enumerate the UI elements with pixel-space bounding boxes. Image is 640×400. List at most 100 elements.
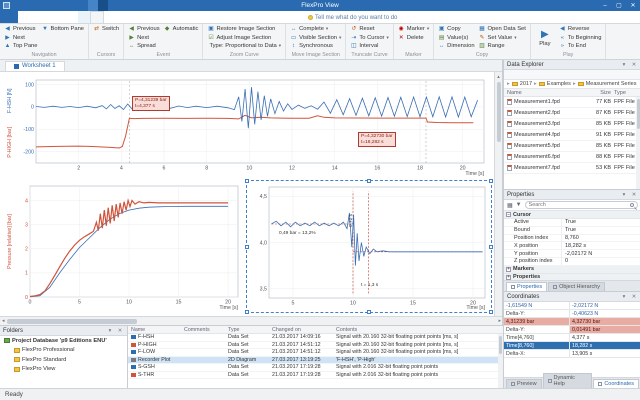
- object-list-scrollbar[interactable]: [498, 334, 503, 388]
- breadcrumb-item[interactable]: ▸Examples: [534, 81, 571, 87]
- ribbon-button[interactable]: ◀Previous: [2, 25, 40, 34]
- sort-az-icon[interactable]: ▼: [516, 202, 522, 208]
- ribbon-button[interactable]: ▲Top Pane: [2, 42, 40, 51]
- pressure-chart-svg[interactable]: 0510152001234Time [s]Pressure [relative]…: [6, 182, 242, 310]
- breadcrumb-item[interactable]: ▸Measurement Series: [573, 81, 637, 87]
- ribbon-button[interactable]: ↔Dimension: [436, 42, 476, 51]
- ribbon-button[interactable]: ▼Bottom Pane: [40, 25, 87, 34]
- object-row[interactable]: F-LOW Data Set 21.03.2017 14:51:12 Signa…: [128, 349, 503, 357]
- ribbon-button[interactable]: ◀Reverse: [557, 25, 604, 34]
- ribbon-button[interactable]: «To Beginning: [557, 34, 604, 43]
- chevron-down-icon[interactable]: ▾: [620, 62, 628, 68]
- folder-item[interactable]: Project Database 'p9 Editions ENU': [0, 336, 127, 346]
- property-group-row[interactable]: +Markers: [504, 266, 640, 274]
- panel-tab[interactable]: Preview: [506, 379, 542, 388]
- folder-item[interactable]: FlexPro View: [0, 365, 127, 375]
- ribbon-button[interactable]: »To End: [557, 42, 604, 51]
- selection-handle[interactable]: [367, 310, 371, 314]
- ribbon-button[interactable]: ▶Play: [533, 25, 557, 51]
- file-row[interactable]: Measurement3.fpd 85 KB FPF File: [504, 119, 640, 130]
- file-row[interactable]: Measurement4.fpd 91 KB FPF File: [504, 130, 640, 141]
- ribbon-tab[interactable]: [42, 11, 54, 23]
- file-row[interactable]: Measurement2.fpd 87 KB FPF File: [504, 108, 640, 119]
- column-header-name[interactable]: Name: [504, 90, 585, 96]
- property-row[interactable]: BoundTrue: [504, 227, 640, 235]
- minimize-button[interactable]: –: [598, 0, 612, 11]
- property-row[interactable]: Z position index0: [504, 258, 640, 266]
- ribbon-button[interactable]: ◀Previous: [126, 25, 162, 34]
- close-icon[interactable]: ✕: [630, 192, 638, 198]
- selection-handle[interactable]: [489, 310, 493, 314]
- file-row[interactable]: Measurement7.fpd 53 KB FPF File: [504, 163, 640, 174]
- panel-tab[interactable]: Properties: [506, 282, 547, 291]
- coordinates-row[interactable]: Delta-X: 13,905 s: [504, 350, 640, 358]
- ribbon-tab[interactable]: [54, 11, 66, 23]
- ribbon-button[interactable]: ↕Synchronous: [288, 42, 343, 51]
- close-icon[interactable]: ✕: [116, 328, 124, 334]
- ribbon-button[interactable]: ▭Visible Section▾: [288, 34, 343, 43]
- ribbon-button[interactable]: ✕Delete: [396, 34, 431, 43]
- recorder-plot-svg[interactable]: 24681012141618201000-100-200Time [s]F-HS…: [6, 76, 488, 176]
- selection-handle[interactable]: [489, 245, 493, 249]
- search-box[interactable]: [525, 201, 638, 209]
- ribbon-button[interactable]: Type: Proportional to Data▾: [205, 42, 283, 51]
- property-row[interactable]: ActiveTrue: [504, 219, 640, 227]
- ribbon-button[interactable]: ⇄Switch: [91, 25, 121, 34]
- coordinates-row[interactable]: -1,61549 N -2,02172 N: [504, 302, 640, 310]
- ribbon-button[interactable]: ▤Value(s): [436, 34, 476, 43]
- file-row[interactable]: Measurement6.fpd 88 KB FPF File: [504, 152, 640, 163]
- chevron-down-icon[interactable]: ▾: [106, 328, 114, 334]
- property-row[interactable]: Position index8,760: [504, 235, 640, 243]
- ribbon-button[interactable]: ↔Spread: [126, 42, 162, 51]
- column-header-size[interactable]: Size: [585, 90, 611, 96]
- ribbon-button[interactable]: ↔Complete▾: [288, 25, 343, 34]
- worksheet-horizontal-scrollbar[interactable]: ◂ ▸: [0, 316, 503, 325]
- selection-handle[interactable]: [489, 179, 493, 183]
- expand-collapse-icon[interactable]: −: [506, 212, 511, 217]
- panel-tab[interactable]: Dynamic Help: [543, 373, 593, 388]
- scroll-left-icon[interactable]: ◂: [2, 318, 5, 324]
- ribbon-button[interactable]: ◫Interval: [348, 42, 390, 51]
- close-button[interactable]: ✕: [626, 0, 640, 11]
- ribbon-button[interactable]: ▶Next: [2, 34, 40, 43]
- coordinates-row[interactable]: 4,31239 bar 4,32730 bar: [504, 318, 640, 326]
- object-row[interactable]: S-THR Data Set 21.03.2017 17:19:28 Signa…: [128, 372, 503, 380]
- folder-item[interactable]: FlexPro Professional: [0, 346, 127, 356]
- close-icon[interactable]: ✕: [630, 294, 638, 300]
- coordinates-row[interactable]: Time[4,760] 4,377 s: [504, 334, 640, 342]
- object-row[interactable]: Recorder Plot 2D Diagram 27.03.2017 13:1…: [128, 357, 503, 365]
- coordinates-row[interactable]: Delta-Y: -0,40623 N: [504, 310, 640, 318]
- worksheet-vertical-scrollbar[interactable]: ▴: [494, 72, 502, 316]
- column-header-changed-on[interactable]: Changed on: [272, 327, 336, 333]
- file-row[interactable]: Measurement1.fpd 77 KB FPF File: [504, 97, 640, 108]
- ribbon-button[interactable]: ▦Open Data Set: [477, 25, 528, 34]
- ribbon-button[interactable]: ▥Range: [477, 42, 528, 51]
- coordinates-row[interactable]: Delta-Y: 0,01491 bar: [504, 326, 640, 334]
- recorder-plot-chart[interactable]: 24681012141618201000-100-200Time [s]F-HS…: [6, 76, 488, 176]
- close-icon[interactable]: ✕: [630, 62, 638, 68]
- ribbon-tab[interactable]: [78, 11, 90, 23]
- chevron-down-icon[interactable]: ▾: [620, 192, 628, 198]
- ribbon-button[interactable]: ☑Adjust Image Section: [205, 34, 283, 43]
- chevron-down-icon[interactable]: ▾: [620, 294, 628, 300]
- column-header-name[interactable]: Name: [128, 327, 184, 333]
- column-header-type[interactable]: Type: [228, 327, 272, 333]
- scroll-thumb[interactable]: [499, 336, 502, 354]
- ribbon-tab[interactable]: [0, 11, 18, 23]
- scroll-thumb[interactable]: [7, 319, 137, 324]
- contextual-tool-tab[interactable]: [88, 0, 98, 11]
- ribbon-tab[interactable]: [66, 11, 78, 23]
- cursor-annotation-1[interactable]: P=4,31239 bar t=4,377 s: [132, 96, 170, 111]
- object-row[interactable]: P-HIGH Data Set 21.03.2017 14:51:12 Sign…: [128, 342, 503, 350]
- ribbon-tab[interactable]: [30, 11, 42, 23]
- search-input[interactable]: [529, 202, 630, 208]
- expand-collapse-icon[interactable]: +: [506, 267, 511, 272]
- pressure-chart[interactable]: 0510152001234Time [s]Pressure [relative]…: [6, 182, 242, 310]
- object-row[interactable]: S-GSH Data Set 21.03.2017 17:19:28 Signa…: [128, 364, 503, 372]
- ribbon-button[interactable]: ◉Marker▾: [396, 25, 431, 34]
- object-row[interactable]: F-HSH Data Set 21.03.2017 14:09:16 Signa…: [128, 334, 503, 342]
- ribbon-tab[interactable]: [90, 11, 104, 23]
- panel-tab[interactable]: Object Hierarchy: [548, 282, 605, 291]
- data-explorer-scrollbar[interactable]: [636, 97, 640, 190]
- file-row[interactable]: Measurement5.fpd 85 KB FPF File: [504, 141, 640, 152]
